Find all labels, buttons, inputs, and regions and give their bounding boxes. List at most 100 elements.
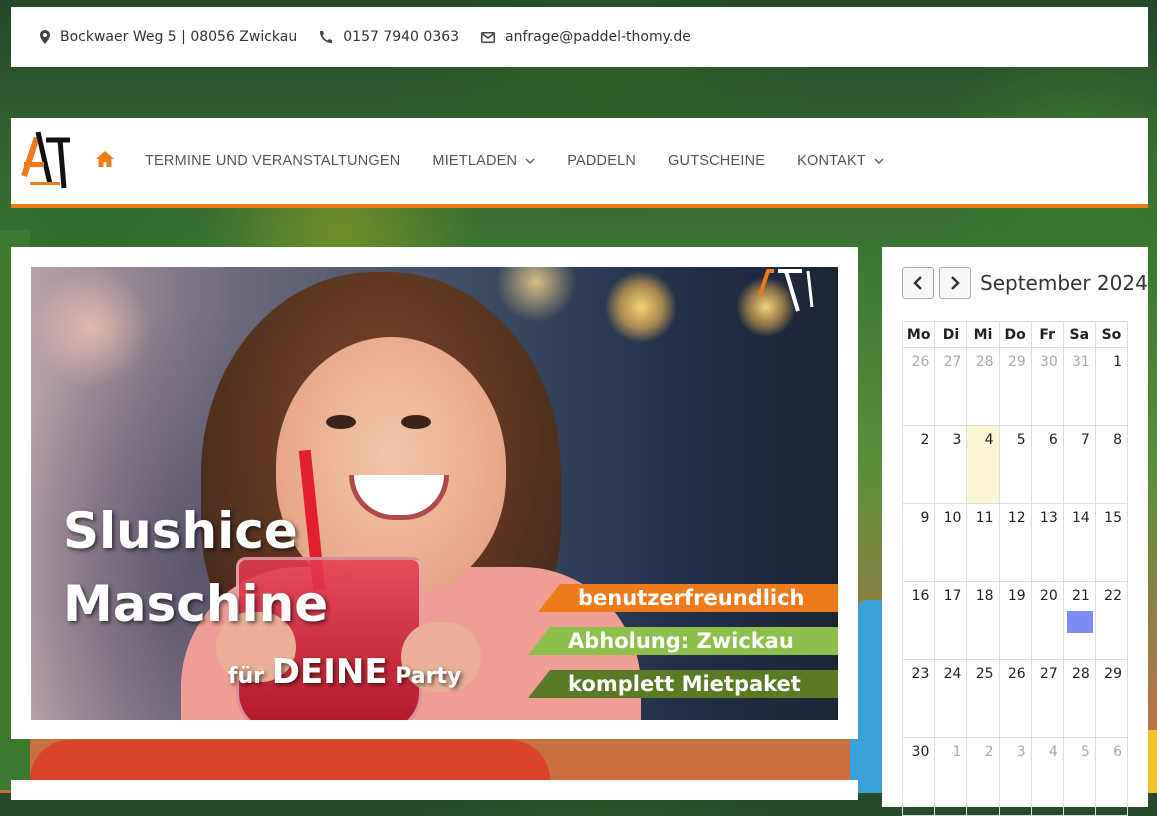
calendar-day[interactable]: 10 (934, 503, 968, 582)
calendar-day[interactable]: 20 (1030, 581, 1064, 660)
calendar-day[interactable]: 27 (934, 347, 968, 426)
calendar-day[interactable]: 1 (1094, 347, 1129, 426)
calendar-day[interactable]: 27 (1030, 659, 1064, 738)
calendar-day[interactable]: 8 (1094, 425, 1129, 504)
calendar-day-number: 29 (1007, 354, 1026, 370)
chevron-down-icon (874, 158, 884, 164)
calendar-day[interactable]: 25 (966, 659, 1000, 738)
chevron-right-icon (951, 276, 960, 290)
email-item[interactable]: anfrage@paddel-thomy.de (481, 29, 691, 45)
calendar-day[interactable]: 9 (901, 503, 936, 582)
slushice-banner-image[interactable]: Slushice Maschine für DEINE Party benutz… (31, 267, 838, 720)
calendar-day[interactable]: 4 (966, 425, 1000, 504)
calendar-day-number: 2 (984, 744, 994, 760)
calendar-day[interactable]: 16 (901, 581, 936, 660)
calendar-day-number: 20 (1039, 588, 1058, 604)
calendar-day[interactable]: 5 (1062, 737, 1096, 816)
calendar-day[interactable]: 12 (998, 503, 1032, 582)
ribbon-benutzerfreundlich: benutzerfreundlich (538, 584, 838, 612)
calendar-day[interactable]: 26 (998, 659, 1032, 738)
calendar-day-number: 16 (911, 588, 930, 604)
nav-item-label: GUTSCHEINE (668, 153, 766, 169)
calendar-day[interactable]: 18 (966, 581, 1000, 660)
calendar-day-number: 23 (911, 666, 930, 682)
calendar-day-number: 28 (1072, 666, 1090, 682)
calendar-day[interactable]: 1 (934, 737, 968, 816)
calendar-day-number: 3 (1016, 744, 1026, 760)
calendar-week: 30 1 2 3 4 5 6 (901, 737, 1129, 816)
nav-item-termine[interactable]: TERMINE UND VERANSTALTUNGEN (145, 153, 400, 169)
calendar-day[interactable]: 26 (901, 347, 936, 426)
address-text: Bockwaer Weg 5 | 08056 Zwickau (60, 29, 298, 45)
calendar-day-number: 11 (975, 510, 994, 526)
calendar-day[interactable]: 2 (901, 425, 936, 504)
calendar-day-number: 12 (1007, 510, 1026, 526)
weekday-header: So (1094, 321, 1129, 348)
calendar-day-number: 10 (943, 510, 962, 526)
nav-item-label: MIETLADEN (432, 153, 518, 169)
nav-item-mietladen[interactable]: MIETLADEN (432, 153, 535, 169)
calendar-day[interactable]: 11 (966, 503, 1000, 582)
main-navigation: TERMINE UND VERANSTALTUNGEN MIETLADEN PA… (11, 118, 1148, 208)
calendar-day[interactable]: 2 (966, 737, 1000, 816)
calendar-day-number: 22 (1104, 588, 1122, 604)
calendar-day[interactable]: 24 (934, 659, 968, 738)
calendar-day-number: 19 (1007, 588, 1026, 604)
calendar-day-number: 25 (975, 666, 994, 682)
calendar-day[interactable]: 19 (998, 581, 1032, 660)
calendar-day-number: 26 (911, 354, 930, 370)
envelope-icon (481, 31, 496, 43)
calendar-day[interactable]: 29 (998, 347, 1032, 426)
prev-month-button[interactable] (902, 267, 934, 299)
calendar-day[interactable]: 3 (934, 425, 968, 504)
calendar-day[interactable]: 13 (1030, 503, 1064, 582)
calendar-day[interactable]: 22 (1094, 581, 1129, 660)
calendar-day-number: 18 (975, 588, 994, 604)
calendar-day-number: 30 (911, 744, 930, 760)
calendar-day-number: 5 (1080, 744, 1090, 760)
calendar-day[interactable]: 28 (966, 347, 1000, 426)
calendar-day[interactable]: 14 (1062, 503, 1096, 582)
calendar-day[interactable]: 4 (1030, 737, 1064, 816)
calendar-day[interactable]: 15 (1094, 503, 1129, 582)
calendar-day[interactable]: 7 (1062, 425, 1096, 504)
chevron-left-icon (913, 276, 922, 290)
calendar-day-number: 27 (1039, 666, 1058, 682)
nav-item-gutscheine[interactable]: GUTSCHEINE (668, 153, 765, 169)
email-text[interactable]: anfrage@paddel-thomy.de (505, 29, 691, 45)
calendar-day[interactable]: 29 (1094, 659, 1129, 738)
calendar-day-number: 21 (1072, 588, 1090, 604)
calendar-day[interactable]: 28 (1062, 659, 1096, 738)
phone-text[interactable]: 0157 7940 0363 (343, 29, 459, 45)
calendar-day[interactable]: 5 (998, 425, 1032, 504)
nav-item-kontakt[interactable]: KONTAKT (797, 153, 884, 169)
home-icon[interactable] (96, 151, 114, 167)
calendar-event-marker[interactable] (1066, 611, 1093, 633)
site-logo[interactable] (20, 126, 76, 194)
calendar-day-number: 13 (1039, 510, 1058, 526)
calendar-day[interactable]: 30 (901, 737, 936, 816)
next-month-button[interactable] (939, 267, 971, 299)
calendar-day[interactable]: 31 (1062, 347, 1096, 426)
background-yellow (1147, 730, 1157, 793)
weekday-header: Mo (901, 321, 936, 348)
calendar-day[interactable]: 21 (1062, 581, 1096, 660)
calendar-day-number: 2 (920, 432, 930, 448)
calendar-day-number: 4 (1048, 744, 1058, 760)
calendar-week: 16 17 18 19 20 21 22 (901, 581, 1129, 660)
contact-bar: Bockwaer Weg 5 | 08056 Zwickau 0157 7940… (11, 7, 1148, 67)
calendar-grid: Mo Di Mi Do Fr Sa So 26 27 28 29 30 31 1 2 3 4 5 6 7 8 9 10 11… (901, 321, 1129, 816)
banner-subline: für DEINE Party (228, 652, 461, 692)
calendar-day[interactable]: 23 (901, 659, 936, 738)
phone-item[interactable]: 0157 7940 0363 (319, 29, 459, 45)
calendar-day[interactable]: 6 (1094, 737, 1129, 816)
calendar-day[interactable]: 3 (998, 737, 1032, 816)
calendar-day[interactable]: 17 (934, 581, 968, 660)
calendar-day-number: 7 (1080, 432, 1090, 448)
calendar-day[interactable]: 30 (1030, 347, 1064, 426)
weekday-header: Sa (1062, 321, 1096, 348)
calendar-day[interactable]: 6 (1030, 425, 1064, 504)
calendar-day-number: 17 (943, 588, 962, 604)
chevron-down-icon (525, 158, 535, 164)
nav-item-paddeln[interactable]: PADDELN (567, 153, 636, 169)
